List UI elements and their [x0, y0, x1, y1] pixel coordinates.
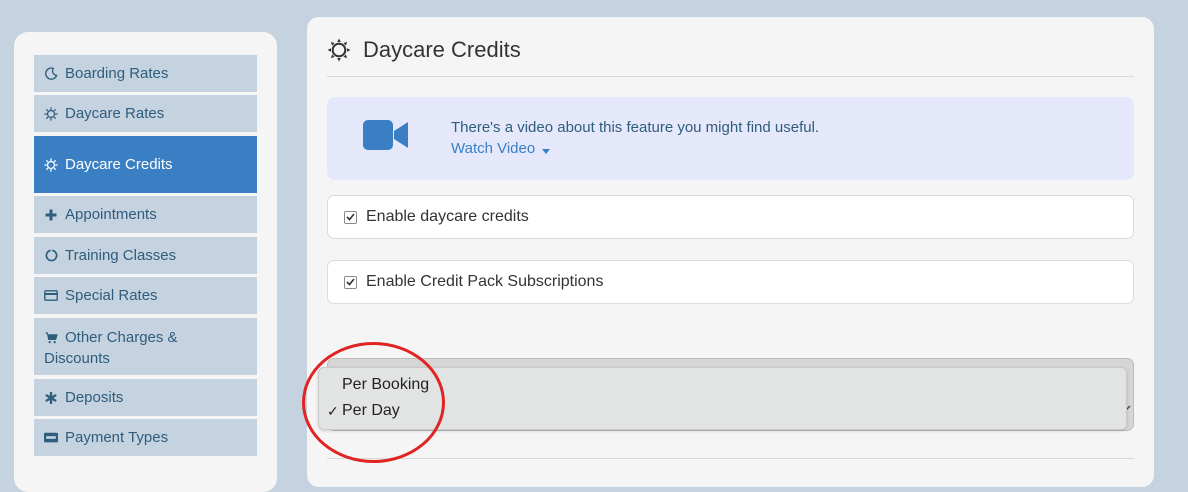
cart-icon	[44, 332, 58, 344]
moon-icon	[44, 67, 58, 80]
page-title: Daycare Credits	[327, 37, 521, 63]
sidebar-item-label: Payment Types	[65, 429, 169, 446]
page-title-text: Daycare Credits	[363, 37, 521, 62]
sidebar-item-label: Special Rates	[65, 287, 158, 304]
sidebar-item-label: Daycare Rates	[65, 105, 165, 122]
title-divider	[327, 76, 1134, 77]
video-info-banner: There's a video about this feature you m…	[327, 97, 1134, 180]
settings-sidebar: Boarding Rates Daycare Rates Daycare Cre…	[14, 32, 277, 492]
sidebar-item-label: Boarding Rates	[65, 65, 169, 82]
plus-icon	[44, 209, 58, 221]
sidebar-item-label: Deposits	[65, 389, 124, 406]
visa-card-icon	[44, 432, 58, 443]
option-per-day[interactable]: Per Day	[342, 402, 400, 420]
sidebar-item-label: Appointments	[65, 206, 157, 223]
sidebar-item-daycare-credits[interactable]: Daycare Credits	[34, 136, 257, 193]
enable-credit-pack-checkbox[interactable]	[344, 275, 357, 289]
sidebar-item-other-charges[interactable]: Other Charges & Discounts	[34, 318, 257, 375]
enable-credit-pack-label: Enable Credit Pack Subscriptions	[366, 273, 604, 290]
enable-daycare-credits-label: Enable daycare credits	[366, 208, 529, 225]
enable-daycare-credits-checkbox[interactable]	[344, 210, 357, 224]
watch-video-label: Watch Video	[451, 140, 536, 157]
sidebar-item-boarding-rates[interactable]: Boarding Rates	[34, 55, 257, 92]
video-info-message: There's a video about this feature you m…	[451, 119, 820, 136]
credit-card-icon	[44, 290, 58, 301]
watch-video-link[interactable]: Watch Video	[451, 140, 551, 158]
bottom-divider	[327, 458, 1134, 459]
option-per-booking[interactable]: Per Booking	[342, 376, 429, 394]
credit-mode-dropdown-menu: Per Booking ✓ Per Day	[318, 367, 1127, 430]
sidebar-item-special-rates[interactable]: Special Rates	[34, 277, 257, 314]
sidebar-item-label: Daycare Credits	[65, 156, 173, 173]
enable-daycare-credits-row: Enable daycare credits	[327, 195, 1134, 239]
sidebar-item-label: Other Charges & Discounts	[44, 329, 178, 367]
sun-icon	[44, 106, 58, 121]
sidebar-item-training-classes[interactable]: Training Classes	[34, 237, 257, 274]
sidebar-item-label: Training Classes	[65, 247, 177, 264]
sidebar-item-deposits[interactable]: Deposits	[34, 379, 257, 416]
sidebar-item-appointments[interactable]: Appointments	[34, 196, 257, 233]
selected-check-icon: ✓	[327, 403, 339, 419]
enable-credit-pack-row: Enable Credit Pack Subscriptions	[327, 260, 1134, 304]
sidebar-item-daycare-rates[interactable]: Daycare Rates	[34, 95, 257, 132]
circle-notch-icon	[44, 249, 58, 262]
video-camera-icon	[363, 118, 409, 157]
caret-down-icon	[542, 141, 551, 158]
sidebar-item-payment-types[interactable]: Payment Types	[34, 419, 257, 456]
sun-icon	[44, 157, 58, 172]
sun-icon	[327, 38, 351, 62]
asterisk-icon	[44, 391, 58, 404]
